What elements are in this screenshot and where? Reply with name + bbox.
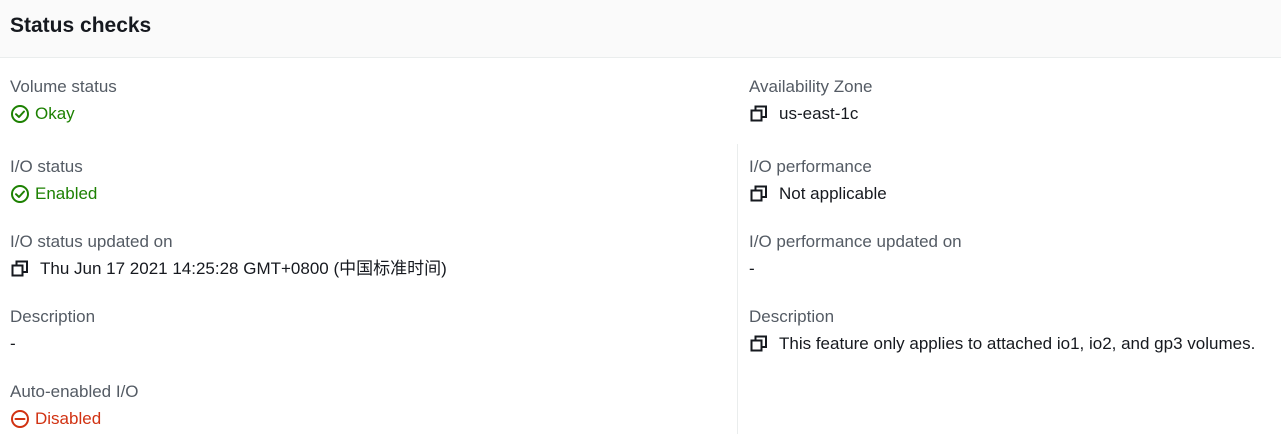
auto-enabled-io-value: Disabled bbox=[10, 409, 725, 429]
left-column: Volume status Okay I/O status Enabled I/… bbox=[10, 58, 725, 434]
volume-status-value: Okay bbox=[10, 104, 725, 124]
io-status-label: I/O status bbox=[10, 157, 83, 176]
status-positive-icon bbox=[10, 184, 30, 204]
status-negative-icon bbox=[10, 409, 30, 429]
status-checks-panel: Status checks Volume status Okay I/O sta… bbox=[0, 0, 1281, 434]
description-field-right: Description This feature only applies to… bbox=[749, 307, 1281, 354]
io-performance-value: Not applicable bbox=[749, 184, 1281, 204]
auto-enabled-io-field: Auto-enabled I/O Disabled bbox=[10, 382, 725, 429]
io-performance-updated-field: I/O performance updated on - bbox=[749, 232, 1281, 279]
io-performance-field: I/O performance Not applicable bbox=[749, 157, 1281, 204]
io-performance-updated-value: - bbox=[749, 259, 1281, 279]
panel-header: Status checks bbox=[0, 0, 1281, 58]
description-label: Description bbox=[10, 307, 96, 326]
io-performance-updated-text: - bbox=[749, 259, 755, 278]
volume-status-label: Volume status bbox=[10, 77, 117, 96]
description-value: - bbox=[10, 334, 725, 354]
description-text: - bbox=[10, 334, 16, 353]
availability-zone-value: us-east-1c bbox=[749, 104, 1281, 124]
io-status-text: Enabled bbox=[35, 184, 98, 203]
io-status-field: I/O status Enabled bbox=[10, 157, 725, 204]
io-status-updated-field: I/O status updated on Thu Jun 17 2021 14… bbox=[10, 232, 725, 279]
availability-zone-label: Availability Zone bbox=[749, 77, 873, 96]
io-performance-text: Not applicable bbox=[779, 184, 887, 203]
availability-zone-text: us-east-1c bbox=[779, 104, 859, 123]
description-text: This feature only applies to attached io… bbox=[779, 334, 1256, 353]
panel-title: Status checks bbox=[10, 14, 152, 37]
auto-enabled-io-label: Auto-enabled I/O bbox=[10, 382, 139, 401]
copy-icon[interactable] bbox=[749, 184, 769, 204]
io-performance-updated-label: I/O performance updated on bbox=[749, 232, 962, 251]
description-field-left: Description - bbox=[10, 307, 725, 354]
status-positive-icon bbox=[10, 104, 30, 124]
io-status-value: Enabled bbox=[10, 184, 725, 204]
copy-icon[interactable] bbox=[749, 334, 769, 354]
io-status-updated-label: I/O status updated on bbox=[10, 232, 173, 251]
io-status-updated-value: Thu Jun 17 2021 14:25:28 GMT+0800 (中国标准时… bbox=[10, 259, 725, 279]
volume-status-text: Okay bbox=[35, 104, 75, 123]
volume-status-field: Volume status Okay bbox=[10, 77, 725, 124]
auto-enabled-io-text: Disabled bbox=[35, 409, 102, 428]
io-performance-label: I/O performance bbox=[749, 157, 872, 176]
copy-icon[interactable] bbox=[10, 259, 30, 279]
io-status-updated-text: Thu Jun 17 2021 14:25:28 GMT+0800 (中国标准时… bbox=[40, 259, 447, 278]
availability-zone-field: Availability Zone us-east-1c bbox=[749, 77, 1281, 124]
description-label: Description bbox=[749, 307, 835, 326]
column-divider bbox=[737, 144, 738, 434]
right-column: Availability Zone us-east-1c I/O perform… bbox=[749, 58, 1281, 434]
description-value: This feature only applies to attached io… bbox=[749, 334, 1281, 354]
copy-icon[interactable] bbox=[749, 104, 769, 124]
